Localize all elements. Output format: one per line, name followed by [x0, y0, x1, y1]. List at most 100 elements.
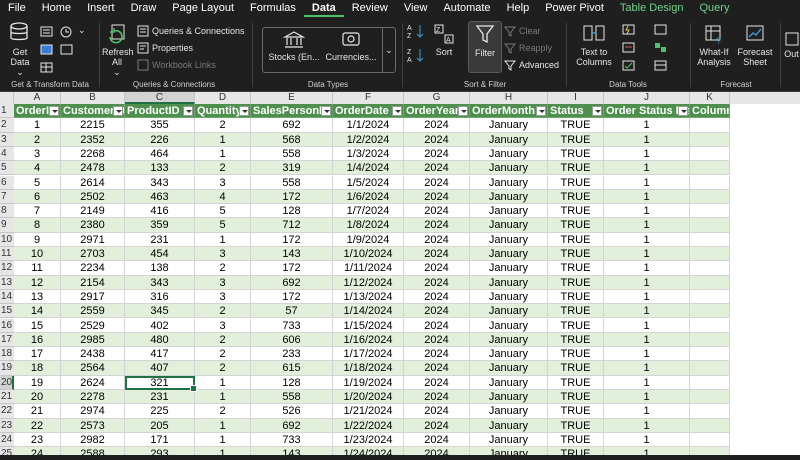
table-cell[interactable]: 128 [251, 204, 333, 219]
table-cell[interactable]: 1/7/2024 [333, 204, 404, 219]
table-cell[interactable]: 2024 [404, 289, 470, 305]
table-cell[interactable] [690, 347, 730, 362]
table-cell[interactable]: 2 [195, 261, 251, 276]
table-cell[interactable]: 13 [14, 289, 61, 305]
table-cell[interactable]: 1/20/2024 [333, 390, 404, 405]
table-cell[interactable]: January [470, 175, 548, 190]
row-header[interactable]: 2 [0, 118, 14, 133]
existing-connections-icon[interactable] [60, 43, 74, 61]
row-header[interactable]: 15 [0, 304, 14, 319]
table-cell[interactable]: 172 [251, 261, 333, 276]
table-cell[interactable]: 2024 [404, 146, 470, 162]
properties-button[interactable]: Properties [137, 41, 193, 55]
menu-page-layout[interactable]: Page Layout [164, 0, 242, 17]
table-cell[interactable]: TRUE [548, 175, 604, 190]
table-cell[interactable]: TRUE [548, 418, 604, 433]
row-header[interactable]: 16 [0, 318, 14, 333]
menu-help[interactable]: Help [499, 0, 538, 17]
table-cell[interactable]: 3 [195, 289, 251, 305]
table-cell[interactable]: 1/19/2024 [333, 375, 404, 390]
table-cell[interactable]: 355 [125, 118, 195, 133]
column-header-h[interactable]: H [470, 92, 548, 104]
table-cell[interactable]: 1 [604, 232, 690, 247]
menu-insert[interactable]: Insert [79, 0, 123, 17]
table-cell[interactable]: January [470, 418, 548, 433]
table-cell[interactable]: 2024 [404, 361, 470, 376]
table-cell[interactable]: 3 [195, 175, 251, 190]
table-cell[interactable]: 316 [125, 289, 195, 305]
table-cell[interactable]: 692 [251, 275, 333, 290]
table-cell[interactable] [690, 118, 730, 133]
table-cell[interactable]: 692 [251, 418, 333, 433]
filter-dropdown-icon[interactable] [113, 106, 123, 116]
table-cell[interactable]: 558 [251, 146, 333, 162]
table-header-cell[interactable]: Column [690, 104, 730, 119]
table-cell[interactable]: January [470, 347, 548, 362]
column-header-g[interactable]: G [404, 92, 470, 104]
table-header-cell[interactable]: Status [548, 104, 604, 119]
filter-dropdown-icon[interactable] [321, 106, 331, 116]
from-text-icon[interactable] [40, 25, 54, 43]
data-types-expand-icon[interactable]: ⌄ [382, 28, 395, 72]
table-cell[interactable]: TRUE [548, 304, 604, 319]
table-cell[interactable]: 2149 [61, 204, 125, 219]
table-header-cell[interactable]: OrderID [14, 104, 61, 119]
table-cell[interactable]: 2215 [61, 118, 125, 133]
row-header[interactable]: 19 [0, 361, 14, 376]
table-cell[interactable]: January [470, 161, 548, 176]
table-cell[interactable]: 2 [195, 161, 251, 176]
table-cell[interactable]: 558 [251, 390, 333, 405]
table-cell[interactable]: 1/4/2024 [333, 161, 404, 176]
table-cell[interactable] [690, 146, 730, 162]
row-header[interactable]: 5 [0, 161, 14, 176]
table-cell[interactable]: January [470, 118, 548, 133]
table-cell[interactable]: 133 [125, 161, 195, 176]
table-cell[interactable]: 1 [604, 175, 690, 190]
table-cell[interactable]: TRUE [548, 161, 604, 176]
table-cell[interactable]: 205 [125, 418, 195, 433]
table-cell[interactable]: 231 [125, 390, 195, 405]
refresh-all-button[interactable]: Refresh All ⌄ [100, 23, 134, 77]
table-cell[interactable]: 1 [604, 275, 690, 290]
table-cell[interactable]: 1/9/2024 [333, 232, 404, 247]
table-cell[interactable]: 5 [195, 218, 251, 233]
table-cell[interactable]: 2352 [61, 132, 125, 147]
table-cell[interactable]: 2380 [61, 218, 125, 233]
row-header[interactable]: 17 [0, 332, 14, 348]
table-cell[interactable]: TRUE [548, 375, 604, 390]
table-cell[interactable] [690, 318, 730, 333]
table-cell[interactable]: 558 [251, 175, 333, 190]
filter-dropdown-icon[interactable] [536, 106, 546, 116]
table-cell[interactable]: TRUE [548, 390, 604, 405]
table-cell[interactable]: 1/21/2024 [333, 404, 404, 419]
table-header-cell[interactable]: OrderMonth [470, 104, 548, 119]
table-cell[interactable]: 1 [604, 332, 690, 348]
table-cell[interactable]: 3 [195, 247, 251, 262]
table-cell[interactable]: TRUE [548, 332, 604, 348]
table-cell[interactable]: 1 [604, 161, 690, 176]
filter-dropdown-icon[interactable] [392, 106, 402, 116]
table-cell[interactable]: January [470, 261, 548, 276]
table-cell[interactable]: 2502 [61, 189, 125, 205]
table-cell[interactable]: 143 [251, 247, 333, 262]
table-cell[interactable]: 1 [604, 204, 690, 219]
get-data-button[interactable]: Get Data ⌄ [4, 21, 36, 77]
table-cell[interactable]: 1 [604, 132, 690, 147]
table-cell[interactable]: January [470, 361, 548, 376]
table-cell[interactable] [690, 304, 730, 319]
table-cell[interactable]: 416 [125, 204, 195, 219]
table-cell[interactable]: 464 [125, 146, 195, 162]
advanced-button[interactable]: Advanced [504, 58, 559, 72]
menu-formulas[interactable]: Formulas [242, 0, 304, 17]
table-cell[interactable]: 172 [251, 289, 333, 305]
data-model-icon[interactable] [654, 59, 668, 77]
menu-draw[interactable]: Draw [123, 0, 165, 17]
table-cell[interactable]: January [470, 232, 548, 247]
column-header-f[interactable]: F [333, 92, 404, 104]
table-cell[interactable]: January [470, 304, 548, 319]
table-cell[interactable]: 1 [604, 375, 690, 390]
table-cell[interactable]: 2 [195, 347, 251, 362]
table-cell[interactable]: January [470, 204, 548, 219]
column-header-b[interactable]: B [61, 92, 125, 104]
table-cell[interactable]: 2 [195, 361, 251, 376]
